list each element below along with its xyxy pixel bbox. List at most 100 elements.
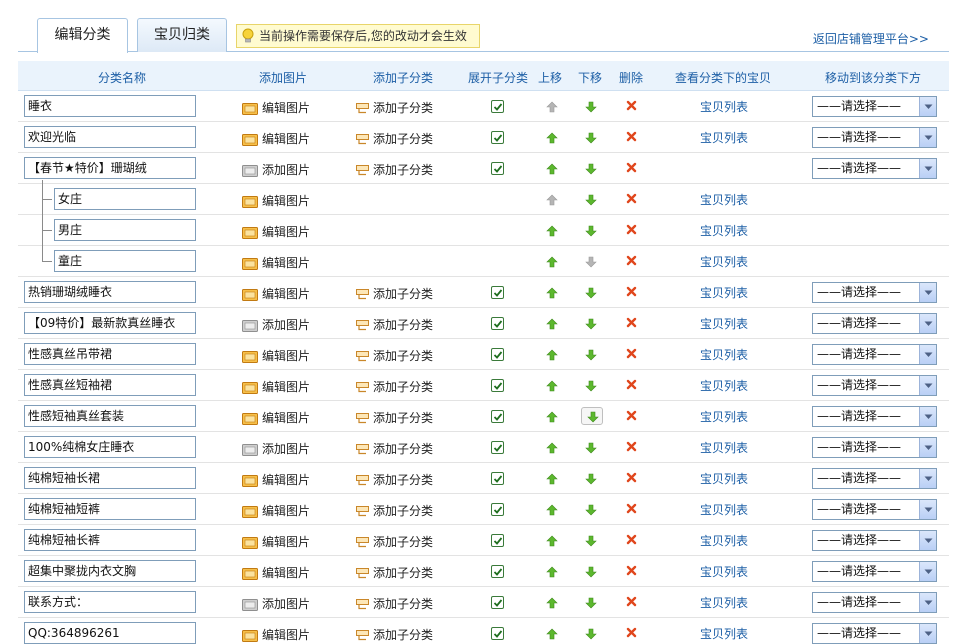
move-up-icon[interactable] [546, 256, 558, 271]
move-down-icon[interactable] [585, 225, 597, 240]
move-up-icon[interactable] [546, 225, 558, 240]
move-to-category-select[interactable]: ——请选择—— [812, 561, 937, 582]
expand-subcategory-checkbox[interactable] [491, 162, 504, 175]
expand-subcategory-checkbox[interactable] [491, 596, 504, 609]
subcategory-name-input[interactable]: 女庄 [54, 188, 196, 210]
delete-icon[interactable] [626, 503, 637, 517]
move-up-icon[interactable] [546, 566, 558, 581]
add-image-button[interactable]: 添加图片 [242, 316, 310, 333]
back-to-shop-admin-link[interactable]: 返回店铺管理平台>> [813, 30, 929, 47]
delete-icon[interactable] [626, 255, 637, 269]
item-list-link[interactable]: 宝贝列表 [700, 346, 748, 363]
add-subcategory-button[interactable]: 添加子分类 [356, 409, 433, 426]
move-to-category-select[interactable]: ——请选择—— [812, 158, 937, 179]
add-image-button[interactable]: 添加图片 [242, 440, 310, 457]
edit-image-button[interactable]: 编辑图片 [242, 533, 310, 550]
expand-subcategory-checkbox[interactable] [491, 286, 504, 299]
move-to-category-select[interactable]: ——请选择—— [812, 623, 937, 644]
move-up-icon[interactable] [546, 597, 558, 612]
add-image-button[interactable]: 添加图片 [242, 161, 310, 178]
item-list-link[interactable]: 宝贝列表 [700, 315, 748, 332]
delete-icon[interactable] [626, 596, 637, 610]
expand-subcategory-checkbox[interactable] [491, 379, 504, 392]
add-subcategory-button[interactable]: 添加子分类 [356, 564, 433, 581]
move-down-icon[interactable] [585, 535, 597, 550]
add-subcategory-button[interactable]: 添加子分类 [356, 316, 433, 333]
add-subcategory-button[interactable]: 添加子分类 [356, 161, 433, 178]
item-list-link[interactable]: 宝贝列表 [700, 191, 748, 208]
subcategory-name-input[interactable]: 男庄 [54, 219, 196, 241]
expand-subcategory-checkbox[interactable] [491, 441, 504, 454]
subcategory-name-input[interactable]: 童庄 [54, 250, 196, 272]
delete-icon[interactable] [626, 472, 637, 486]
add-subcategory-button[interactable]: 添加子分类 [356, 99, 433, 116]
move-up-icon[interactable] [546, 132, 558, 147]
add-subcategory-button[interactable]: 添加子分类 [356, 533, 433, 550]
delete-icon[interactable] [626, 379, 637, 393]
expand-subcategory-checkbox[interactable] [491, 348, 504, 361]
move-to-category-select[interactable]: ——请选择—— [812, 499, 937, 520]
delete-icon[interactable] [626, 162, 637, 176]
edit-image-button[interactable]: 编辑图片 [242, 502, 310, 519]
item-list-link[interactable]: 宝贝列表 [700, 594, 748, 611]
move-to-category-select[interactable]: ——请选择—— [812, 468, 937, 489]
category-name-input[interactable]: 热销珊瑚绒睡衣 [24, 281, 196, 303]
move-to-category-select[interactable]: ——请选择—— [812, 437, 937, 458]
category-name-input[interactable]: 睡衣 [24, 95, 196, 117]
delete-icon[interactable] [626, 286, 637, 300]
item-list-link[interactable]: 宝贝列表 [700, 253, 748, 270]
item-list-link[interactable]: 宝贝列表 [700, 408, 748, 425]
add-subcategory-button[interactable]: 添加子分类 [356, 595, 433, 612]
expand-subcategory-checkbox[interactable] [491, 317, 504, 330]
delete-icon[interactable] [626, 565, 637, 579]
add-subcategory-button[interactable]: 添加子分类 [356, 471, 433, 488]
edit-image-button[interactable]: 编辑图片 [242, 99, 310, 116]
delete-icon[interactable] [626, 410, 637, 424]
delete-icon[interactable] [626, 193, 637, 207]
move-down-icon[interactable] [585, 473, 597, 488]
delete-icon[interactable] [626, 131, 637, 145]
move-down-icon[interactable] [585, 101, 597, 116]
delete-icon[interactable] [626, 100, 637, 114]
expand-subcategory-checkbox[interactable] [491, 472, 504, 485]
category-name-input[interactable]: 欢迎光临 [24, 126, 196, 148]
expand-subcategory-checkbox[interactable] [491, 410, 504, 423]
tab-item-categorize[interactable]: 宝贝归类 [137, 18, 227, 52]
add-subcategory-button[interactable]: 添加子分类 [356, 440, 433, 457]
item-list-link[interactable]: 宝贝列表 [700, 284, 748, 301]
category-name-input[interactable]: 【春节★特价】珊瑚绒 [24, 157, 196, 179]
move-to-category-select[interactable]: ——请选择—— [812, 96, 937, 117]
move-to-category-select[interactable]: ——请选择—— [812, 406, 937, 427]
move-down-icon[interactable] [585, 566, 597, 581]
expand-subcategory-checkbox[interactable] [491, 565, 504, 578]
move-up-icon[interactable] [546, 411, 558, 426]
move-to-category-select[interactable]: ——请选择—— [812, 530, 937, 551]
edit-image-button[interactable]: 编辑图片 [242, 130, 310, 147]
category-name-input[interactable]: QQ:364896261 [24, 622, 196, 644]
add-subcategory-button[interactable]: 添加子分类 [356, 285, 433, 302]
move-down-icon[interactable] [585, 504, 597, 519]
move-up-icon[interactable] [546, 628, 558, 643]
add-subcategory-button[interactable]: 添加子分类 [356, 130, 433, 147]
edit-image-button[interactable]: 编辑图片 [242, 409, 310, 426]
category-name-input[interactable]: 纯棉短袖长裤 [24, 529, 196, 551]
edit-image-button[interactable]: 编辑图片 [242, 347, 310, 364]
add-subcategory-button[interactable]: 添加子分类 [356, 626, 433, 643]
move-to-category-select[interactable]: ——请选择—— [812, 344, 937, 365]
add-subcategory-button[interactable]: 添加子分类 [356, 502, 433, 519]
item-list-link[interactable]: 宝贝列表 [700, 470, 748, 487]
category-name-input[interactable]: 性感真丝吊带裙 [24, 343, 196, 365]
edit-image-button[interactable]: 编辑图片 [242, 285, 310, 302]
delete-icon[interactable] [626, 317, 637, 331]
move-down-icon[interactable] [581, 407, 603, 425]
category-name-input[interactable]: 纯棉短袖长裙 [24, 467, 196, 489]
item-list-link[interactable]: 宝贝列表 [700, 98, 748, 115]
category-name-input[interactable]: 【09特价】最新款真丝睡衣 [24, 312, 196, 334]
expand-subcategory-checkbox[interactable] [491, 131, 504, 144]
move-up-icon[interactable] [546, 535, 558, 550]
move-to-category-select[interactable]: ——请选择—— [812, 282, 937, 303]
move-up-icon[interactable] [546, 380, 558, 395]
move-down-icon[interactable] [585, 318, 597, 333]
move-down-icon[interactable] [585, 442, 597, 457]
move-down-icon[interactable] [585, 132, 597, 147]
